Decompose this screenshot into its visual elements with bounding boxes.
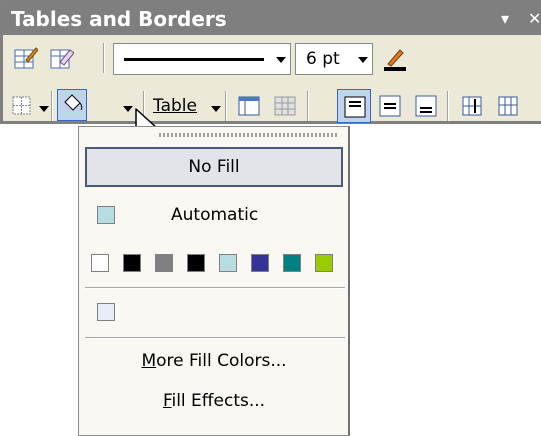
chevron-down-icon[interactable] [39, 106, 49, 112]
merge-cells-button[interactable] [233, 89, 267, 123]
eraser-icon [50, 49, 74, 69]
no-fill-option[interactable]: No Fill [85, 147, 343, 187]
chevron-down-icon[interactable] [123, 106, 133, 112]
draw-table-icon [14, 47, 38, 69]
merge-cells-icon [238, 96, 260, 116]
color-swatch[interactable] [315, 254, 333, 272]
no-fill-label: No Fill [188, 157, 240, 177]
color-swatch[interactable] [123, 254, 141, 272]
shading-color-button[interactable] [57, 89, 87, 121]
outside-border-icon [12, 96, 31, 115]
toolbar-titlebar[interactable]: Tables and Borders ▾ ✕ [3, 3, 541, 35]
menu-separator [85, 337, 345, 339]
chevron-down-icon [276, 57, 286, 63]
line-style-select[interactable] [113, 43, 291, 75]
toolbar-separator [225, 91, 227, 121]
more-fill-colors-option[interactable]: More Fill Colors... [79, 351, 349, 371]
solid-line-sample [124, 58, 264, 61]
recent-color-swatch[interactable] [97, 303, 115, 321]
shading-color-menu: No Fill Automatic More Fill Colors... Fi… [78, 126, 350, 436]
distribute-rows-icon [462, 96, 482, 116]
color-swatch[interactable] [187, 254, 205, 272]
more-fill-colors-label: ore Fill Colors... [156, 351, 287, 371]
align-bottom-icon [415, 95, 437, 117]
fill-effects-label: ill Effects... [171, 391, 266, 411]
align-bottom-button[interactable] [409, 89, 443, 123]
automatic-label: Automatic [171, 205, 259, 225]
menu-drag-handle[interactable] [159, 133, 339, 137]
color-swatch-row [79, 251, 349, 275]
automatic-color-swatch [97, 206, 115, 224]
tables-and-borders-toolbar: Tables and Borders ▾ ✕ 6 pt Table [0, 0, 541, 124]
color-swatch[interactable] [155, 254, 173, 272]
border-color-button[interactable] [377, 41, 411, 75]
more-fill-colors-mnemonic: M [141, 351, 157, 371]
color-swatch[interactable] [283, 254, 301, 272]
chevron-down-icon [358, 57, 368, 63]
align-center-button[interactable] [373, 89, 407, 123]
border-color-icon [384, 49, 406, 71]
align-top-icon [344, 96, 366, 118]
distribute-columns-icon [498, 96, 518, 116]
toolbar-separator [51, 91, 53, 121]
eraser-button[interactable] [45, 41, 79, 75]
toolbar-separator [447, 91, 449, 121]
align-top-button[interactable] [337, 89, 371, 123]
automatic-option[interactable]: Automatic [85, 197, 343, 233]
color-swatch[interactable] [219, 254, 237, 272]
line-weight-value: 6 pt [306, 49, 340, 69]
paint-bucket-icon [62, 94, 84, 115]
outside-border-button[interactable] [9, 89, 37, 123]
toolbar-options-icon[interactable]: ▾ [501, 3, 509, 35]
close-icon[interactable]: ✕ [528, 3, 541, 35]
toolbar-title: Tables and Borders [11, 7, 227, 31]
chevron-down-icon[interactable] [211, 106, 221, 112]
color-swatch[interactable] [91, 254, 109, 272]
align-center-icon [379, 95, 401, 117]
line-weight-select[interactable]: 6 pt [295, 43, 373, 75]
menu-separator [85, 287, 345, 289]
toolbar-separator [307, 91, 309, 121]
split-cells-button[interactable] [269, 89, 303, 123]
distribute-columns-button[interactable] [491, 89, 525, 123]
split-cells-icon [274, 96, 296, 116]
draw-table-button[interactable] [9, 41, 43, 75]
color-swatch[interactable] [251, 254, 269, 272]
distribute-rows-button[interactable] [455, 89, 489, 123]
toolbar-separator [103, 43, 105, 73]
fill-effects-option[interactable]: Fill Effects... [79, 391, 349, 411]
